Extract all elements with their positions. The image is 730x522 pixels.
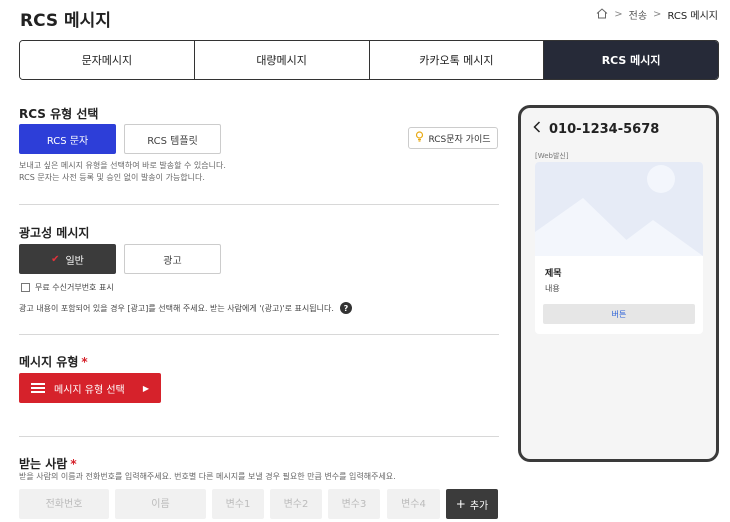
add-recipient-label: 추가: [469, 500, 489, 512]
check-icon: ✔: [51, 253, 60, 265]
name-input[interactable]: [115, 489, 206, 519]
rcs-type-title: RCS 유형 선택: [19, 107, 99, 121]
message-type-title: 메시지 유형 *: [19, 353, 88, 370]
variable3-input[interactable]: [328, 489, 380, 519]
plus-icon: +: [455, 497, 466, 511]
free-optout-label: 무료 수신거부번호 표시: [35, 283, 114, 292]
chevron-left-icon: [533, 121, 541, 137]
free-optout-checkbox[interactable]: [21, 283, 30, 292]
tab-bulk[interactable]: 대량메시지: [194, 41, 370, 79]
list-icon: [31, 383, 45, 393]
preview-card-body: 내용: [545, 284, 560, 293]
caret-right-icon: ▶: [142, 383, 149, 393]
variable4-input[interactable]: [387, 489, 440, 519]
required-mark: *: [81, 355, 88, 369]
breadcrumb-item-send[interactable]: 전송: [629, 7, 647, 22]
ad-general-label: 일반: [65, 255, 84, 267]
select-message-type-button[interactable]: 메시지 유형 선택 ▶: [19, 373, 161, 403]
recipients-help: 받을 사람의 이름과 전화번호를 입력해주세요. 번호별 다른 메시지를 보낼 …: [19, 472, 396, 481]
breadcrumb: > 전송 > RCS 메시지: [596, 7, 718, 22]
ad-advertising-button[interactable]: 광고: [124, 244, 221, 274]
preview-phone-number: 010-1234-5678: [549, 121, 660, 137]
breadcrumb-separator-icon: >: [653, 9, 662, 20]
message-type-tabs: 문자메시지 대량메시지 카카오톡 메시지 RCS 메시지: [19, 40, 719, 80]
preview-card-title: 제목: [545, 269, 562, 279]
rcs-guide-label: RCS문자 가이드: [428, 134, 491, 145]
bulb-icon: [415, 131, 424, 145]
rcs-type-help-line2: RCS 문자는 사전 등록 및 승인 없이 발송이 가능합니다.: [19, 173, 205, 182]
preview-card-button[interactable]: 버튼: [543, 304, 695, 324]
recipients-title: 받는 사람 *: [19, 455, 77, 472]
select-message-type-label: 메시지 유형 선택: [54, 384, 125, 396]
image-placeholder-icon: [535, 162, 703, 256]
ad-message-title: 광고성 메시지: [19, 226, 90, 240]
free-optout-option[interactable]: 무료 수신거부번호 표시: [21, 282, 114, 293]
tab-rcs[interactable]: RCS 메시지: [544, 41, 718, 79]
add-recipient-button[interactable]: + 추가: [446, 489, 498, 519]
divider: [19, 436, 499, 437]
preview-card: 제목 내용 버튼: [535, 162, 703, 334]
divider: [19, 204, 499, 205]
variable2-input[interactable]: [270, 489, 322, 519]
ad-general-button[interactable]: ✔ 일반: [19, 244, 116, 274]
tab-sms[interactable]: 문자메시지: [20, 41, 195, 79]
home-icon[interactable]: [596, 7, 608, 22]
message-type-title-text: 메시지 유형: [19, 355, 79, 369]
ad-note: 광고 내용이 포함되어 있을 경우 [광고]를 선택해 주세요. 받는 사람에게…: [19, 302, 352, 314]
breadcrumb-separator-icon: >: [614, 9, 623, 20]
page-title: RCS 메시지: [20, 11, 111, 31]
recipients-title-text: 받는 사람: [19, 457, 68, 471]
ad-note-text: 광고 내용이 포함되어 있을 경우 [광고]를 선택해 주세요. 받는 사람에게…: [19, 303, 334, 313]
breadcrumb-item-current: RCS 메시지: [667, 11, 718, 22]
phone-number-input[interactable]: [19, 489, 109, 519]
web-sent-tag: [Web발신]: [535, 152, 569, 160]
rcs-guide-button[interactable]: RCS문자 가이드: [408, 127, 498, 149]
rcs-text-button[interactable]: RCS 문자: [19, 124, 116, 154]
preview-header: 010-1234-5678: [533, 121, 659, 137]
rcs-type-help-line1: 보내고 싶은 메시지 유형을 선택하여 바로 발송할 수 있습니다.: [19, 161, 226, 170]
question-icon[interactable]: ?: [339, 302, 352, 314]
divider: [19, 334, 499, 335]
rcs-template-button[interactable]: RCS 템플릿: [124, 124, 221, 154]
required-mark: *: [70, 457, 77, 471]
rcs-type-help: 보내고 싶은 메시지 유형을 선택하여 바로 발송할 수 있습니다. RCS 문…: [19, 160, 226, 184]
phone-preview: 010-1234-5678 [Web발신] 제목 내용 버튼: [518, 105, 719, 462]
tab-kakaotalk[interactable]: 카카오톡 메시지: [369, 41, 545, 79]
variable1-input[interactable]: [212, 489, 264, 519]
